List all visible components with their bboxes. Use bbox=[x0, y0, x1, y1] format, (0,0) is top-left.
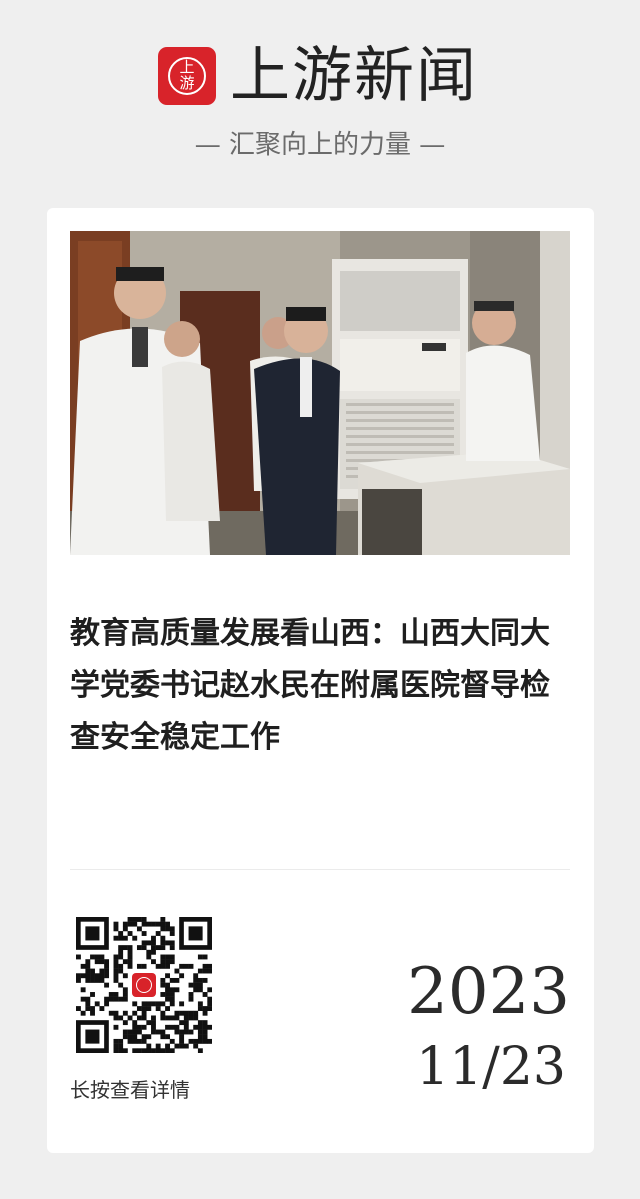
qr-caption: 长按查看详情 bbox=[70, 1078, 190, 1102]
photo-illustration bbox=[70, 231, 570, 555]
slogan: — 汇聚向上的力量 — bbox=[194, 130, 446, 160]
qr-logo-icon bbox=[129, 970, 159, 1000]
publish-month-day: 11/23 bbox=[416, 1037, 566, 1097]
brand-name: 上游新闻 bbox=[230, 41, 478, 111]
article-card[interactable]: 教育高质量发展看山西：山西大同大学党委书记赵水民在附属医院督导检查安全稳定工作 … bbox=[47, 208, 594, 1153]
divider bbox=[70, 869, 570, 870]
article-headline[interactable]: 教育高质量发展看山西：山西大同大学党委书记赵水民在附属医院督导检查安全稳定工作 bbox=[70, 608, 570, 764]
logo-mark: 上游 bbox=[179, 58, 195, 92]
qr-code[interactable] bbox=[76, 917, 213, 1054]
article-photo[interactable] bbox=[70, 231, 570, 555]
brand-logo-icon: 上游 bbox=[158, 47, 216, 105]
publish-year: 2023 bbox=[407, 955, 570, 1029]
